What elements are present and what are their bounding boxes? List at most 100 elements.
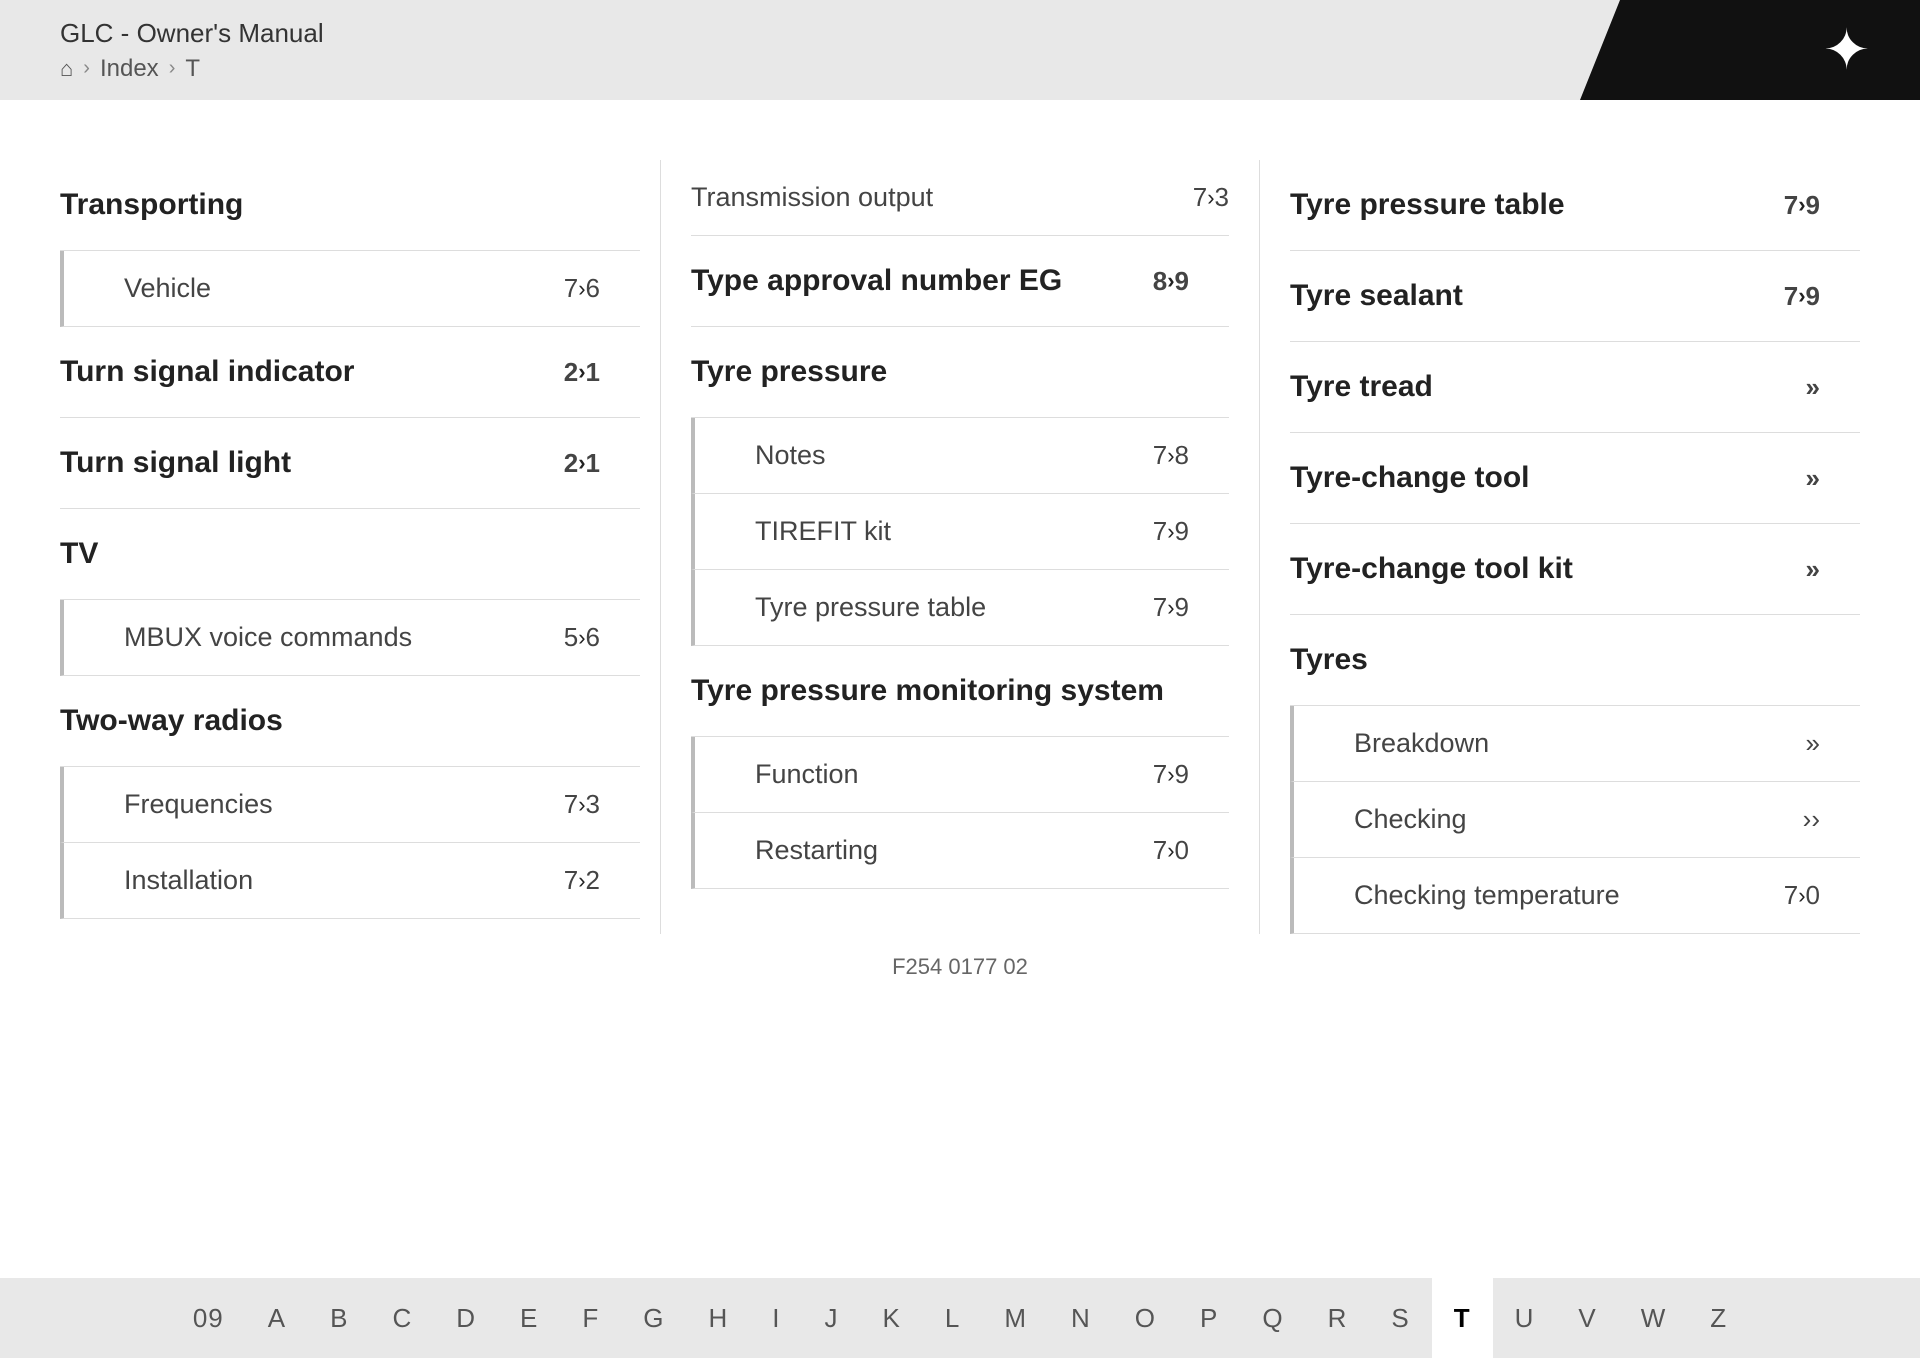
item-checking-temperature-page: 7›0 — [1784, 880, 1820, 911]
item-vehicle-page: 7›6 — [564, 273, 600, 304]
section-tpms: Tyre pressure monitoring system — [691, 646, 1229, 737]
list-item[interactable]: Installation 7›2 — [60, 843, 640, 919]
item-notes-label: Notes — [755, 440, 826, 471]
alpha-D[interactable]: D — [434, 1278, 498, 1358]
item-tirefit-label: TIREFIT kit — [755, 516, 891, 547]
alpha-W[interactable]: W — [1619, 1278, 1689, 1358]
section-turn-signal-light-page: 2›1 — [564, 448, 600, 479]
alpha-G[interactable]: G — [621, 1278, 686, 1358]
main-content: Transporting Vehicle 7›6 Turn signal ind… — [0, 100, 1920, 1120]
alpha-Q[interactable]: Q — [1240, 1278, 1305, 1358]
section-turn-signal-indicator-label: Turn signal indicator — [60, 355, 354, 389]
alpha-U[interactable]: U — [1493, 1278, 1557, 1358]
column-2: Transmission output 7›3 Type approval nu… — [660, 160, 1260, 934]
list-item[interactable]: Frequencies 7›3 — [60, 767, 640, 843]
logo-area: ✦ — [1580, 0, 1920, 100]
doc-number: F254 0177 02 — [892, 954, 1028, 979]
alpha-B[interactable]: B — [308, 1278, 370, 1358]
alpha-V[interactable]: V — [1556, 1278, 1618, 1358]
alpha-F[interactable]: F — [560, 1278, 621, 1358]
alpha-L[interactable]: L — [923, 1278, 982, 1358]
section-tyre-pressure-table-label: Tyre pressure table — [1290, 188, 1565, 222]
section-tyre-tread: Tyre tread — [1290, 342, 1860, 433]
column-1: Transporting Vehicle 7›6 Turn signal ind… — [60, 160, 660, 934]
list-item[interactable]: Transmission output 7›3 — [691, 160, 1229, 236]
section-tyre-change-tool-page — [1806, 463, 1820, 494]
item-breakdown-page — [1806, 728, 1820, 759]
item-tyre-pressure-table-label: Tyre pressure table — [755, 592, 986, 623]
item-checking-label: Checking — [1354, 804, 1467, 835]
section-type-approval-page: 8›9 — [1153, 266, 1189, 297]
breadcrumb-sep-1: › — [83, 57, 90, 80]
alpha-09[interactable]: 09 — [171, 1278, 246, 1358]
item-transmission-label: Transmission output — [691, 182, 933, 213]
section-type-approval: Type approval number EG 8›9 — [691, 236, 1229, 327]
list-item[interactable]: Function 7›9 — [691, 737, 1229, 813]
item-installation-page: 7›2 — [564, 865, 600, 896]
section-tyre-sealant-page: 7›9 — [1784, 281, 1820, 312]
section-tpms-label: Tyre pressure monitoring system — [691, 674, 1164, 708]
section-tyres-label: Tyres — [1290, 643, 1368, 677]
alpha-K[interactable]: K — [861, 1278, 923, 1358]
item-checking-temperature-label: Checking temperature — [1354, 880, 1620, 911]
alpha-J[interactable]: J — [803, 1278, 861, 1358]
section-turn-signal-light-label: Turn signal light — [60, 446, 291, 480]
alpha-H[interactable]: H — [686, 1278, 750, 1358]
section-turn-signal-indicator: Turn signal indicator 2›1 — [60, 327, 640, 418]
list-item[interactable]: Restarting 7›0 — [691, 813, 1229, 889]
section-tyre-pressure-table: Tyre pressure table 7›9 — [1290, 160, 1860, 251]
section-turn-signal-light: Turn signal light 2›1 — [60, 418, 640, 509]
section-tyres: Tyres — [1290, 615, 1860, 706]
item-checking-page: › — [1803, 804, 1820, 835]
section-type-approval-label: Type approval number EG — [691, 264, 1062, 298]
section-tyre-pressure-table-page: 7›9 — [1784, 190, 1820, 221]
section-transporting: Transporting — [60, 160, 640, 251]
breadcrumb-index[interactable]: Index — [100, 55, 159, 83]
breadcrumb-sep-2: › — [169, 57, 176, 80]
list-item[interactable]: TIREFIT kit 7›9 — [691, 494, 1229, 570]
item-frequencies-label: Frequencies — [124, 789, 273, 820]
section-tyre-sealant: Tyre sealant 7›9 — [1290, 251, 1860, 342]
alpha-E[interactable]: E — [498, 1278, 560, 1358]
section-tyre-pressure: Tyre pressure — [691, 327, 1229, 418]
alpha-P[interactable]: P — [1178, 1278, 1240, 1358]
page-title: GLC - Owner's Manual — [60, 18, 324, 49]
section-transporting-label: Transporting — [60, 188, 243, 222]
section-tyre-pressure-label: Tyre pressure — [691, 355, 887, 389]
item-tyre-pressure-table-page: 7›9 — [1153, 592, 1189, 623]
section-two-way-radios-label: Two-way radios — [60, 704, 283, 738]
alpha-Z[interactable]: Z — [1688, 1278, 1749, 1358]
section-tyre-tread-label: Tyre tread — [1290, 370, 1433, 404]
list-item[interactable]: MBUX voice commands 5›6 — [60, 600, 640, 676]
alpha-T[interactable]: T — [1432, 1278, 1493, 1358]
item-mbux-page: 5›6 — [564, 622, 600, 653]
alpha-S[interactable]: S — [1369, 1278, 1431, 1358]
header: GLC - Owner's Manual ⌂ › Index › T ✦ — [0, 0, 1920, 100]
doc-footer: F254 0177 02 — [60, 934, 1860, 1080]
index-columns: Transporting Vehicle 7›6 Turn signal ind… — [60, 160, 1860, 934]
section-tyre-change-tool-label: Tyre-change tool — [1290, 461, 1529, 495]
alpha-A[interactable]: A — [246, 1278, 308, 1358]
section-tyre-sealant-label: Tyre sealant — [1290, 279, 1463, 313]
alpha-R[interactable]: R — [1306, 1278, 1370, 1358]
list-item[interactable]: Checking temperature 7›0 — [1290, 858, 1860, 934]
alpha-I[interactable]: I — [750, 1278, 802, 1358]
home-icon[interactable]: ⌂ — [60, 56, 73, 82]
list-item[interactable]: Vehicle 7›6 — [60, 251, 640, 327]
list-item[interactable]: Tyre pressure table 7›9 — [691, 570, 1229, 646]
section-tyre-change-tool: Tyre-change tool — [1290, 433, 1860, 524]
list-item[interactable]: Checking › — [1290, 782, 1860, 858]
item-vehicle-label: Vehicle — [124, 273, 211, 304]
list-item[interactable]: Notes 7›8 — [691, 418, 1229, 494]
column-3: Tyre pressure table 7›9 Tyre sealant 7›9… — [1260, 160, 1860, 934]
mercedes-logo: ✦ — [1823, 17, 1870, 83]
alpha-C[interactable]: C — [370, 1278, 434, 1358]
alphabet-bar[interactable]: 09 A B C D E F G H I J K L M N O P Q R S… — [0, 1278, 1920, 1358]
alpha-M[interactable]: M — [982, 1278, 1049, 1358]
breadcrumb-letter[interactable]: T — [185, 55, 200, 83]
alpha-N[interactable]: N — [1049, 1278, 1113, 1358]
item-frequencies-page: 7›3 — [564, 789, 600, 820]
list-item[interactable]: Breakdown — [1290, 706, 1860, 782]
alpha-O[interactable]: O — [1113, 1278, 1178, 1358]
item-notes-page: 7›8 — [1153, 440, 1189, 471]
